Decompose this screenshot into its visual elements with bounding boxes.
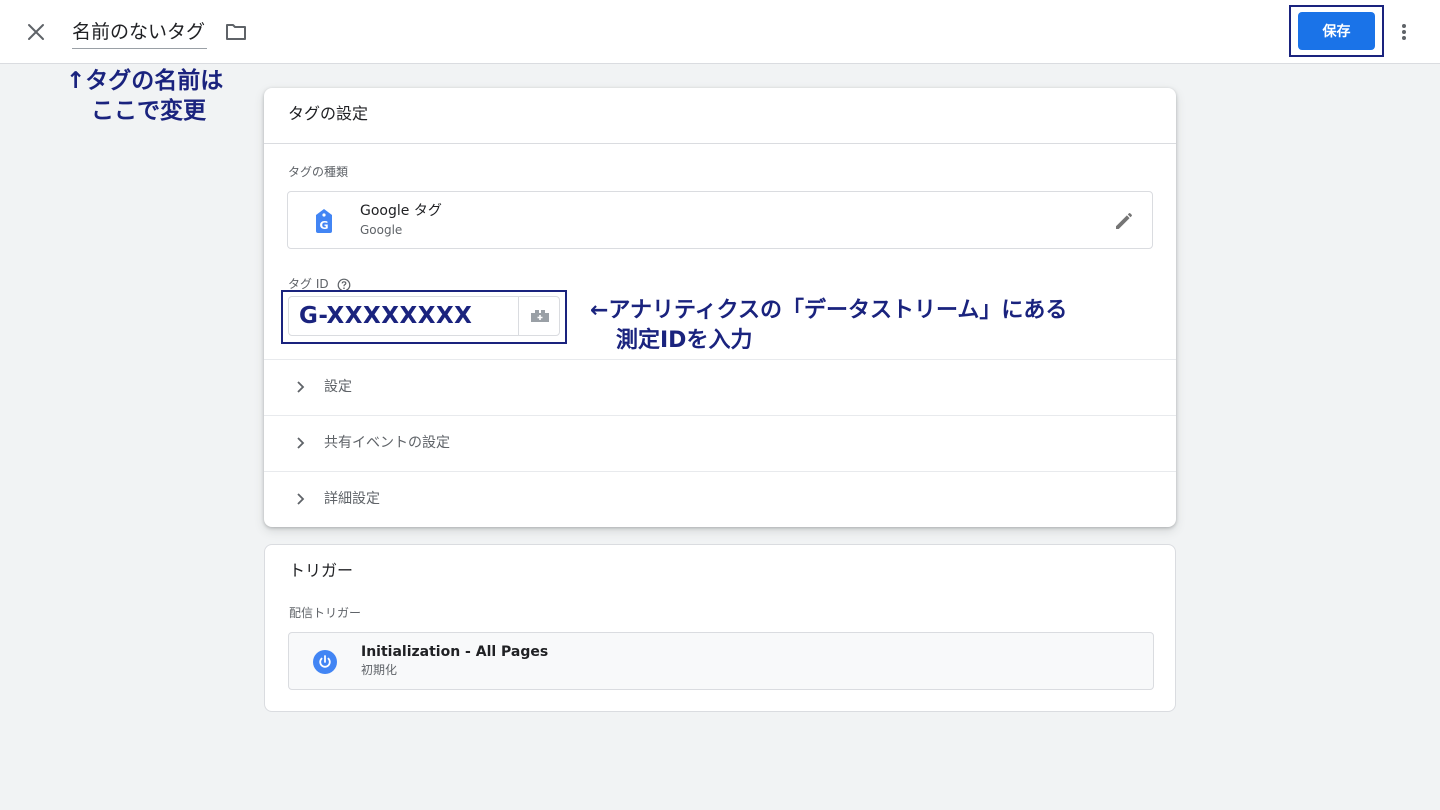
section-advanced-settings[interactable]: 詳細設定 xyxy=(264,471,1176,527)
tag-config-title: タグの設定 xyxy=(288,104,369,123)
google-tag-icon: G xyxy=(313,208,335,234)
annotation-name-line2: ここで変更 xyxy=(91,98,206,124)
power-icon xyxy=(313,650,337,674)
annotation-measurement-id: ←アナリティクスの「データストリーム」にある 測定IDを入力 xyxy=(590,296,1067,356)
pencil-icon[interactable] xyxy=(1112,209,1136,233)
tag-type-vendor: Google xyxy=(360,223,403,237)
trigger-title: トリガー xyxy=(289,561,354,580)
section-settings[interactable]: 設定 xyxy=(264,359,1176,415)
trigger-card: トリガー 配信トリガー Initialization - All Pages 初… xyxy=(264,544,1176,712)
annotation-name-line1: ↑タグの名前は xyxy=(66,68,224,94)
tag-name-input[interactable]: 名前のないタグ xyxy=(72,17,208,49)
divider xyxy=(518,297,519,335)
svg-text:G: G xyxy=(319,219,328,232)
trigger-item[interactable]: Initialization - All Pages 初期化 xyxy=(288,632,1154,690)
divider xyxy=(264,143,1176,144)
tag-id-value[interactable]: G-XXXXXXXX xyxy=(299,297,472,335)
tag-type-name: Google タグ xyxy=(360,203,442,219)
annotation-tag-name: ↑タグの名前は ここで変更 xyxy=(66,66,223,126)
folder-icon[interactable] xyxy=(223,20,249,44)
help-icon[interactable] xyxy=(337,277,351,292)
section-label: 詳細設定 xyxy=(324,491,380,507)
section-shared-event-settings[interactable]: 共有イベントの設定 xyxy=(264,415,1176,471)
more-vert-icon[interactable] xyxy=(1392,18,1416,46)
trigger-name: Initialization - All Pages xyxy=(361,644,549,660)
annotation-id-line1: ←アナリティクスの「データストリーム」にある xyxy=(590,298,1068,323)
close-icon[interactable] xyxy=(22,18,50,46)
chevron-right-icon xyxy=(292,491,308,507)
tag-id-field[interactable]: G-XXXXXXXX xyxy=(288,296,560,336)
save-button[interactable]: 保存 xyxy=(1298,12,1375,50)
top-bar: 名前のないタグ 保存 xyxy=(0,0,1440,64)
section-label: 設定 xyxy=(324,379,352,395)
section-label: 共有イベントの設定 xyxy=(324,435,450,451)
tag-type-label: タグの種類 xyxy=(288,165,349,179)
variable-icon[interactable] xyxy=(520,297,560,335)
chevron-right-icon xyxy=(292,379,308,395)
chevron-right-icon xyxy=(292,435,308,451)
annotation-id-line2: 測定IDを入力 xyxy=(616,328,753,353)
trigger-type: 初期化 xyxy=(361,663,398,677)
tag-type-selector[interactable]: G Google タグ Google xyxy=(287,191,1153,249)
firing-trigger-label: 配信トリガー xyxy=(289,606,362,620)
